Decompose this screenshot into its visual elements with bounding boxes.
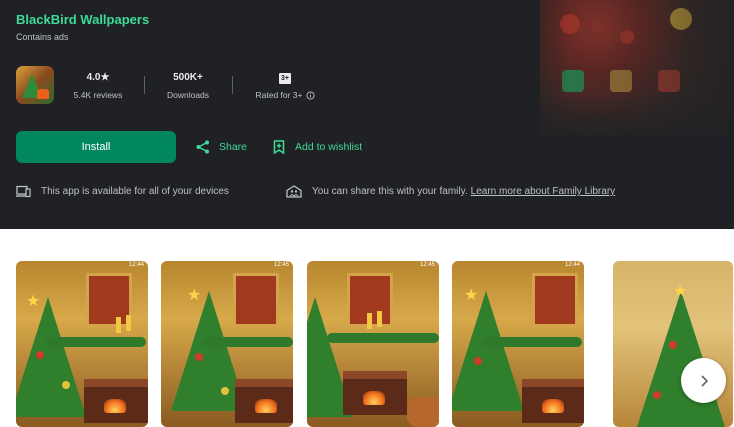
- stat-divider: [144, 76, 145, 94]
- carousel-next-button[interactable]: [681, 358, 726, 403]
- app-title[interactable]: BlackBird Wallpapers: [16, 12, 149, 27]
- family-library-link[interactable]: Learn more about Family Library: [471, 186, 616, 197]
- family-info: You can share this with your family. Lea…: [286, 185, 615, 198]
- screenshot-4[interactable]: 12:44 ★: [452, 261, 584, 427]
- share-icon: [196, 140, 209, 154]
- wishlist-label: Add to wishlist: [295, 141, 363, 153]
- reviews-count[interactable]: 5.4K reviews: [68, 90, 128, 100]
- downloads-label: Downloads: [166, 90, 210, 100]
- rating-stat: 4.0★ 5.4K reviews: [68, 71, 128, 100]
- screenshot-5[interactable]: ★: [613, 261, 733, 427]
- chevron-right-icon: [700, 374, 708, 387]
- stat-divider: [232, 76, 233, 94]
- devices-text: This app is available for all of your de…: [41, 186, 229, 197]
- content-rating-label: Rated for 3+: [255, 90, 303, 100]
- screenshot-2[interactable]: 12:45 ★: [161, 261, 293, 427]
- family-text: You can share this with your family.: [312, 186, 468, 197]
- screenshot-1[interactable]: 12:44 ★: [16, 261, 148, 427]
- install-button[interactable]: Install: [16, 131, 176, 163]
- content-rating-stat: 3+ Rated for 3+: [248, 71, 322, 100]
- app-icon: [16, 66, 54, 104]
- screenshot-3[interactable]: 12:45: [307, 261, 439, 427]
- devices-icon: [16, 185, 31, 198]
- hero-bottom-fade: [480, 95, 734, 155]
- add-to-wishlist-button[interactable]: Add to wishlist: [271, 139, 362, 155]
- downloads-stat: 500K+ Downloads: [160, 71, 216, 100]
- share-button[interactable]: Share: [195, 139, 247, 155]
- downloads-value: 500K+: [173, 72, 203, 83]
- contains-ads-label: Contains ads: [16, 32, 69, 42]
- content-rating-badge: 3+: [279, 73, 291, 84]
- share-label: Share: [219, 141, 248, 153]
- wishlist-icon: [273, 140, 285, 155]
- app-header: BlackBird Wallpapers Contains ads 4.0★ 5…: [0, 0, 734, 229]
- rating-value: 4.0★: [86, 72, 110, 83]
- devices-info: This app is available for all of your de…: [16, 185, 229, 198]
- family-icon: [286, 185, 302, 198]
- info-icon[interactable]: [305, 90, 315, 100]
